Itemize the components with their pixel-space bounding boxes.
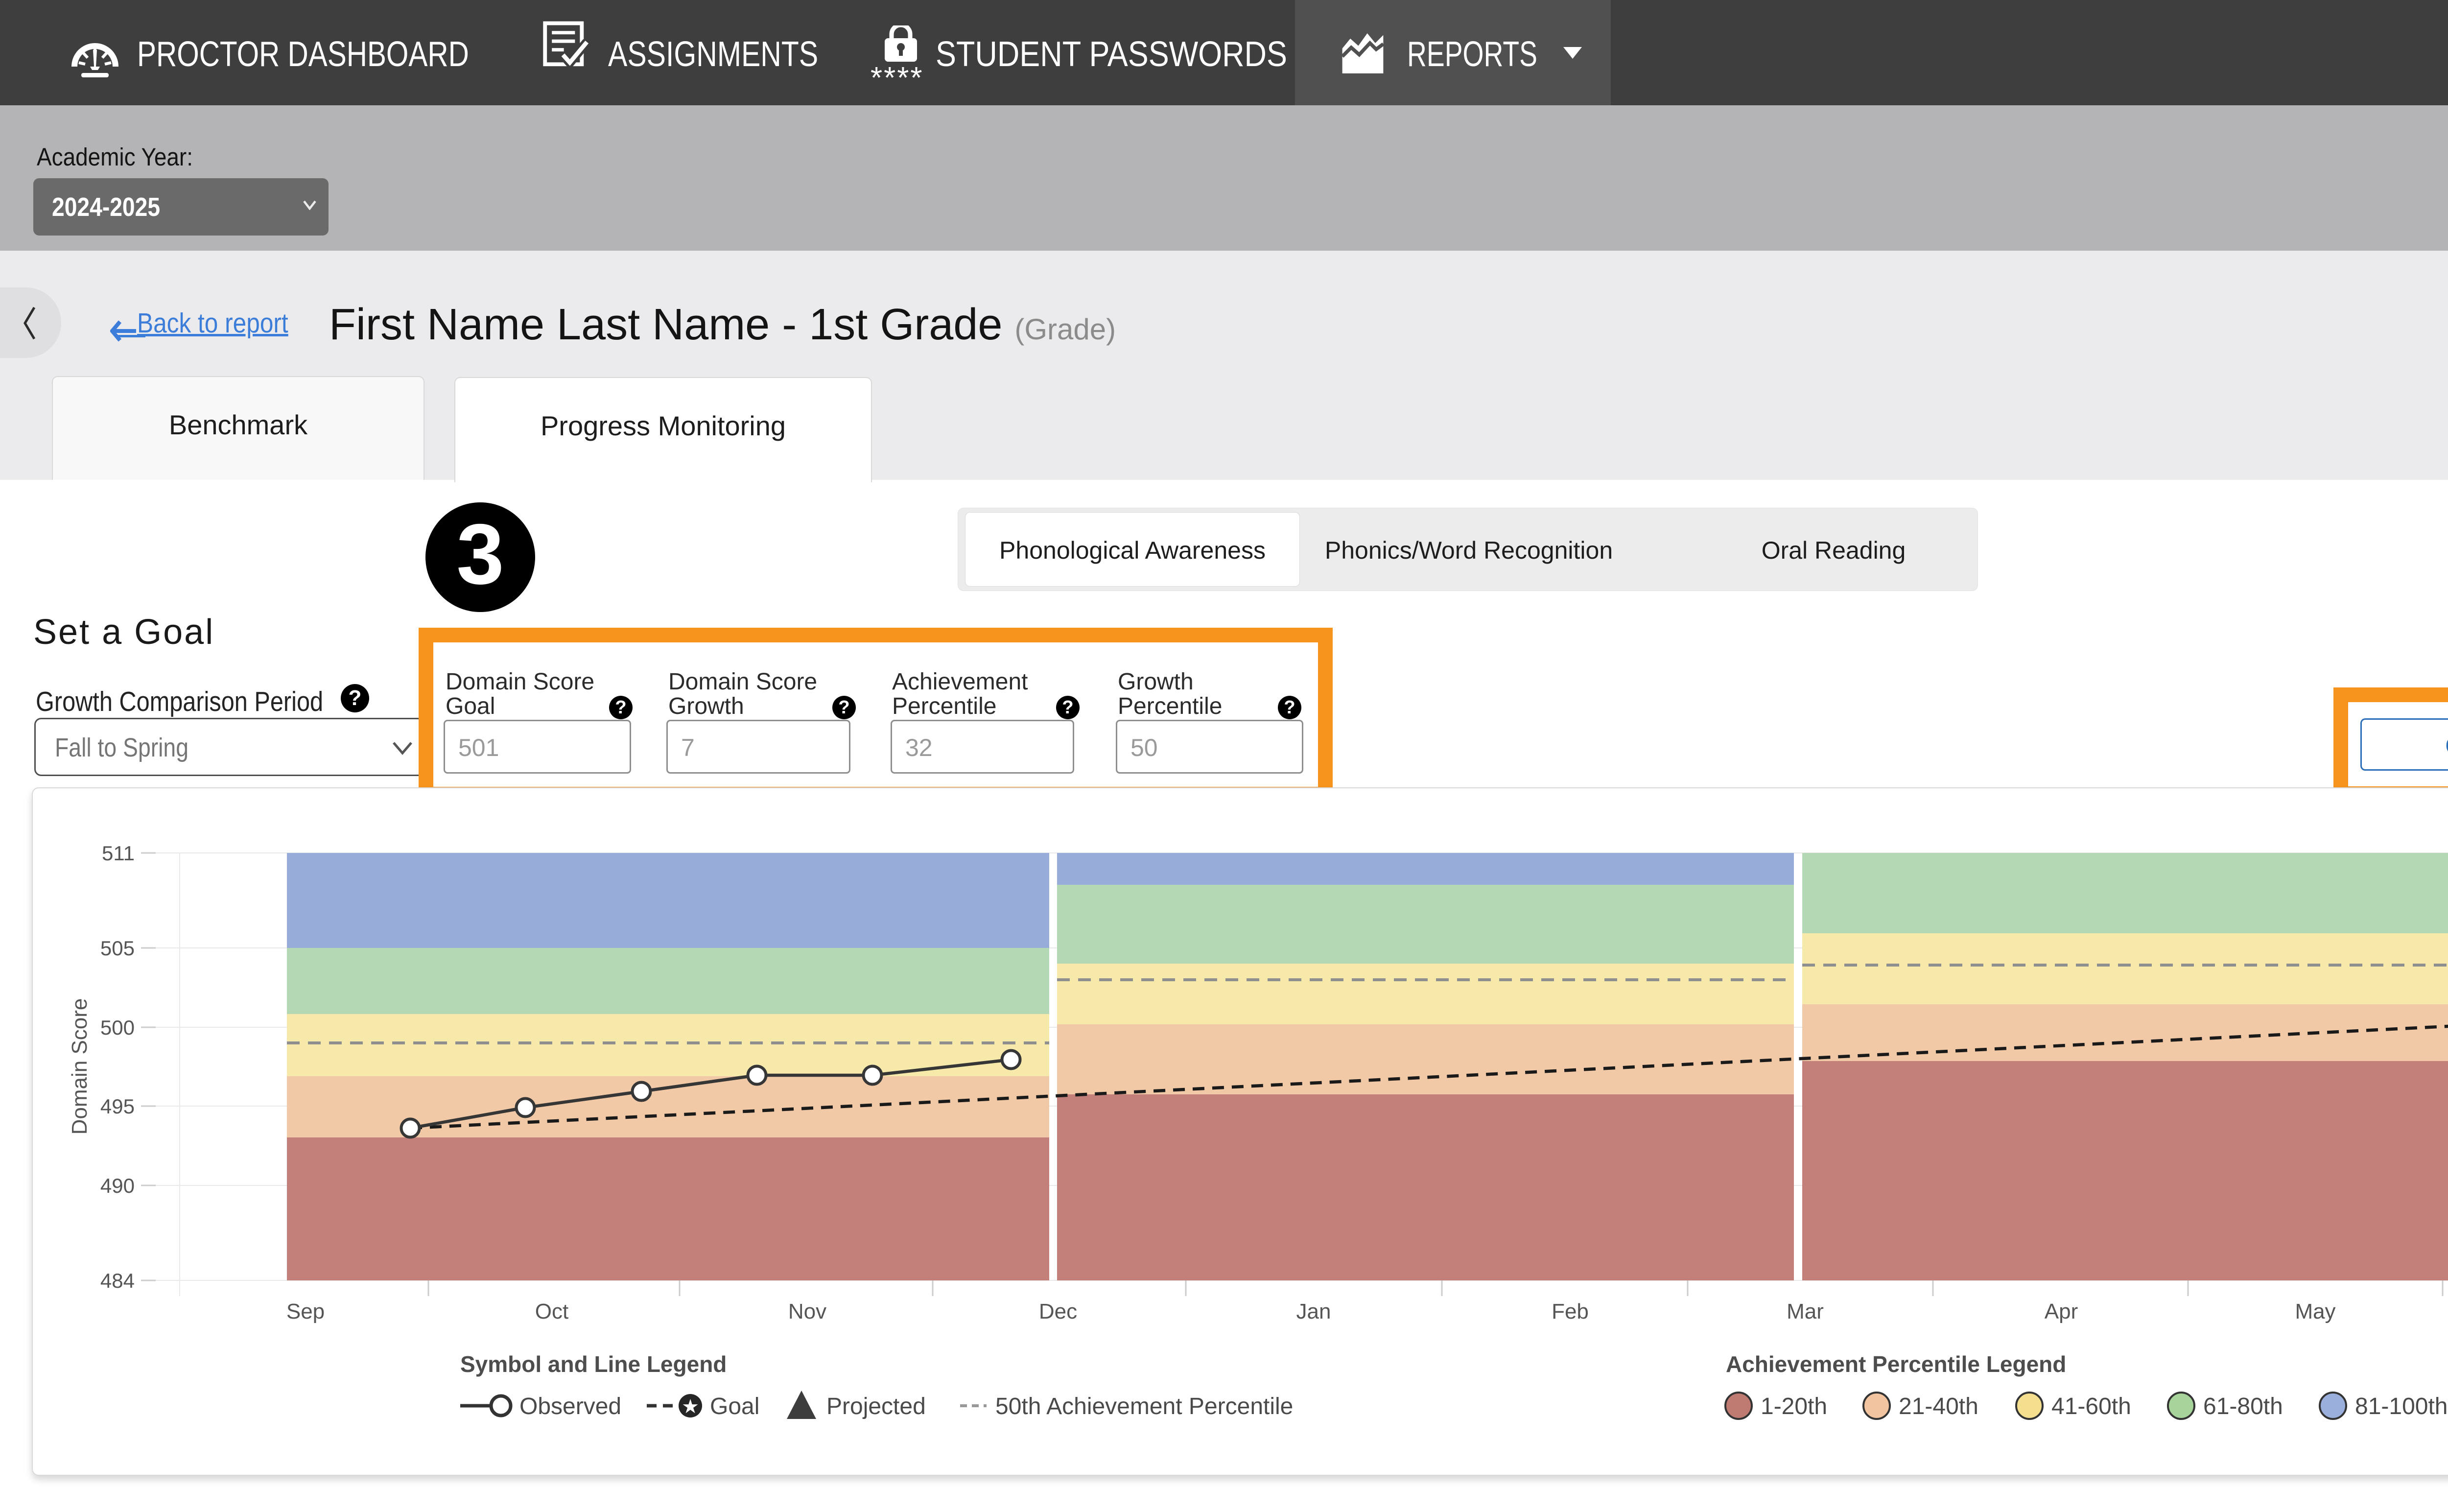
svg-text:1-20th: 1-20th [1761, 1394, 1827, 1419]
svg-text:Domain Score: Domain Score [68, 998, 92, 1135]
svg-text:500: 500 [100, 1016, 135, 1039]
svg-text:511: 511 [102, 842, 135, 865]
svg-text:505: 505 [100, 937, 135, 960]
svg-text:495: 495 [100, 1095, 135, 1118]
svg-text:484: 484 [100, 1269, 135, 1292]
svg-text:Achievement Percentile Legend: Achievement Percentile Legend [1726, 1351, 2066, 1377]
svg-text:61-80th: 61-80th [2203, 1394, 2283, 1419]
svg-text:Symbol and Line Legend: Symbol and Line Legend [460, 1351, 727, 1377]
svg-text:Sep: Sep [286, 1299, 325, 1323]
svg-text:May: May [2295, 1299, 2335, 1323]
svg-text:Apr: Apr [2045, 1299, 2078, 1323]
svg-text:Nov: Nov [788, 1299, 826, 1323]
svg-text:490: 490 [100, 1174, 135, 1197]
svg-text:Goal: Goal [710, 1394, 759, 1419]
svg-text:Oct: Oct [535, 1299, 568, 1323]
svg-text:81-100th: 81-100th [2355, 1394, 2448, 1419]
svg-text:Jan: Jan [1296, 1299, 1331, 1323]
svg-text:21-40th: 21-40th [1899, 1394, 1978, 1419]
svg-text:Feb: Feb [1552, 1299, 1589, 1323]
svg-text:Dec: Dec [1039, 1299, 1077, 1323]
svg-text:Mar: Mar [1787, 1299, 1824, 1323]
svg-text:Projected: Projected [826, 1394, 926, 1419]
svg-text:★: ★ [682, 1396, 699, 1418]
svg-text:41-60th: 41-60th [2051, 1394, 2131, 1419]
svg-text:Observed: Observed [519, 1394, 621, 1419]
svg-text:50th Achievement Percentile: 50th Achievement Percentile [995, 1394, 1293, 1419]
